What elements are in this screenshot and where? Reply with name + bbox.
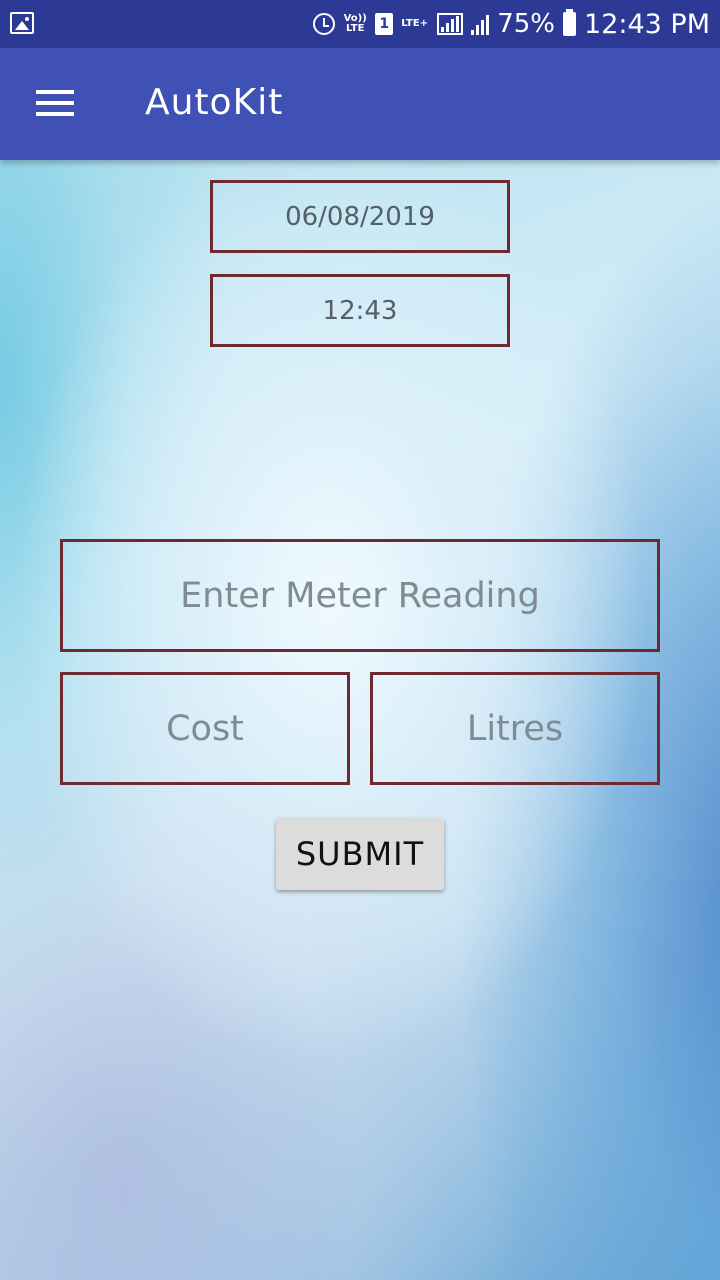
status-bar: Vo)) LTE 1 LTE+ 75% 12:43 PM: [0, 0, 720, 48]
gallery-icon: [10, 12, 34, 34]
signal-icon: [471, 13, 490, 35]
app-bar: AutoKit: [0, 48, 720, 160]
battery-icon: [563, 9, 577, 36]
status-left: [10, 12, 34, 34]
app-title: AutoKit: [145, 82, 284, 123]
cost-input[interactable]: Cost: [60, 672, 350, 785]
litres-input[interactable]: Litres: [370, 672, 660, 785]
submit-button[interactable]: SUBMIT: [276, 818, 444, 890]
hamburger-menu-icon[interactable]: [36, 90, 76, 120]
time-field[interactable]: 12:43: [210, 274, 510, 347]
battery-percent: 75%: [497, 9, 556, 39]
status-right: Vo)) LTE 1 LTE+ 75% 12:43 PM: [313, 0, 710, 48]
volte-icon: Vo)) LTE: [343, 13, 367, 34]
signal-icon: [437, 13, 464, 35]
lte-icon: LTE+: [401, 18, 428, 29]
meter-reading-input[interactable]: Enter Meter Reading: [60, 539, 660, 652]
date-field[interactable]: 06/08/2019: [210, 180, 510, 253]
status-clock: 12:43 PM: [584, 8, 710, 40]
alarm-icon: [313, 13, 336, 35]
sim-1-icon: 1: [375, 13, 394, 35]
